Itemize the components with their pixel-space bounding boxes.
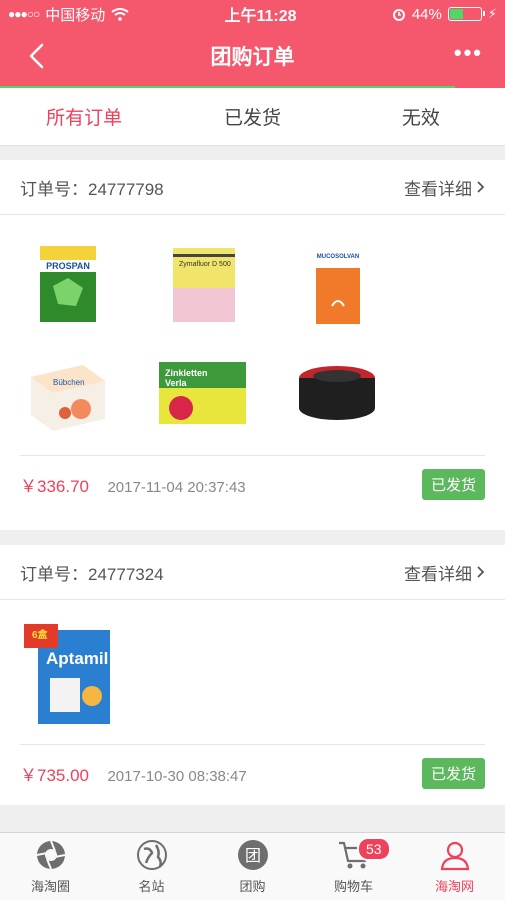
svg-text:Bübchen: Bübchen — [53, 378, 85, 387]
globe-icon — [135, 838, 169, 872]
tabbar-item-profile[interactable]: 海淘网 — [404, 833, 505, 900]
tabbar-item-groupbuy[interactable]: 团 团购 — [202, 833, 303, 900]
svg-text:Zymafluor D 500: Zymafluor D 500 — [179, 261, 231, 268]
tab-shipped[interactable]: 已发货 — [168, 88, 336, 145]
product-thumbnail[interactable] — [290, 344, 385, 439]
status-bar: ●●●○○ 中国移动 上午11:28 44% ⚡ — [0, 0, 505, 28]
chevron-right-icon — [477, 181, 485, 193]
order-header: 订单号：24777798 查看详细 — [0, 160, 505, 215]
svg-text:Verla: Verla — [165, 378, 188, 388]
tabbar-item-sites[interactable]: 名站 — [101, 833, 202, 900]
order-date: 2017-10-30 08:38:47 — [107, 768, 247, 785]
product-thumbnail[interactable]: 6盒 Aptamil — [20, 618, 120, 728]
tab-invalid[interactable]: 无效 — [337, 88, 505, 145]
tab-all-orders[interactable]: 所有订单 — [0, 88, 168, 145]
nav-bar: 团购订单 ••• — [0, 28, 505, 84]
wifi-icon — [111, 7, 129, 21]
order-number: 订单号：24777324 — [20, 564, 164, 584]
product-list: 6盒 Aptamil — [0, 600, 505, 738]
svg-text:PROSPAN: PROSPAN — [46, 261, 90, 271]
product-thumbnail[interactable]: MUCOSOLVAN — [290, 233, 385, 328]
more-button[interactable]: ••• — [454, 42, 483, 64]
product-thumbnail[interactable]: Zinkletten Verla — [155, 344, 250, 439]
order-footer: ￥735.00 2017-10-30 08:38:47 已发货 — [20, 744, 485, 802]
status-badge: 已发货 — [421, 758, 485, 789]
battery-level — [449, 9, 464, 19]
group-buy-icon: 团 — [236, 838, 270, 872]
tabbar-item-cart[interactable]: 购物车 53 — [303, 833, 404, 900]
product-list: PROSPAN Zymafluor D 500 MUCOSOLVAN Bübch… — [0, 215, 505, 449]
cart-count-badge: 53 — [357, 837, 391, 861]
app-header: ●●●○○ 中国移动 上午11:28 44% ⚡ 团购订单 ••• — [0, 0, 505, 89]
charging-icon: ⚡ — [487, 6, 497, 21]
product-thumbnail[interactable]: PROSPAN — [20, 233, 115, 328]
order-footer: ￥336.70 2017-11-04 20:37:43 已发货 — [20, 455, 485, 513]
svg-text:Zinkletten: Zinkletten — [165, 368, 208, 378]
back-button[interactable] — [24, 42, 52, 70]
signal-icon: ●●●○○ — [8, 7, 40, 21]
order-tabs: 所有订单 已发货 无效 — [0, 88, 505, 146]
product-thumbnail[interactable]: Zymafluor D 500 — [155, 233, 250, 328]
svg-text:团: 团 — [244, 846, 260, 865]
svg-text:Aptamil: Aptamil — [46, 649, 108, 668]
carrier-label: 中国移动 — [45, 6, 106, 24]
page-title: 团购订单 — [210, 46, 295, 69]
order-card: 订单号：24777798 查看详细 PROSPAN Zymafluor D 50… — [0, 160, 505, 530]
camera-aperture-icon — [34, 838, 68, 872]
tabbar-item-circle[interactable]: 海淘圈 — [0, 833, 101, 900]
order-card: 订单号：24777324 查看详细 6盒 Aptamil ￥735.00 201… — [0, 545, 505, 805]
order-header: 订单号：24777324 查看详细 — [0, 545, 505, 600]
order-price: ￥735.00 — [20, 766, 89, 785]
bottom-tabbar: 海淘圈 名站 团 团购 购物车 53 海淘网 — [0, 832, 505, 900]
user-icon — [438, 838, 472, 872]
status-badge: 已发货 — [421, 469, 485, 500]
alarm-icon — [392, 9, 405, 21]
view-detail-link[interactable]: 查看详细 — [404, 560, 485, 585]
order-number: 订单号：24777798 — [20, 179, 164, 199]
order-price: ￥336.70 — [20, 477, 89, 496]
svg-text:6盒: 6盒 — [32, 628, 49, 641]
svg-text:MUCOSOLVAN: MUCOSOLVAN — [316, 254, 358, 260]
chevron-right-icon — [477, 566, 485, 578]
battery-icon — [447, 7, 485, 21]
product-thumbnail[interactable]: Bübchen — [20, 344, 115, 439]
battery-percent: 44% — [411, 5, 442, 23]
order-date: 2017-11-04 20:37:43 — [107, 479, 246, 496]
status-time: 上午11:28 — [224, 8, 297, 25]
view-detail-link[interactable]: 查看详细 — [404, 175, 485, 200]
